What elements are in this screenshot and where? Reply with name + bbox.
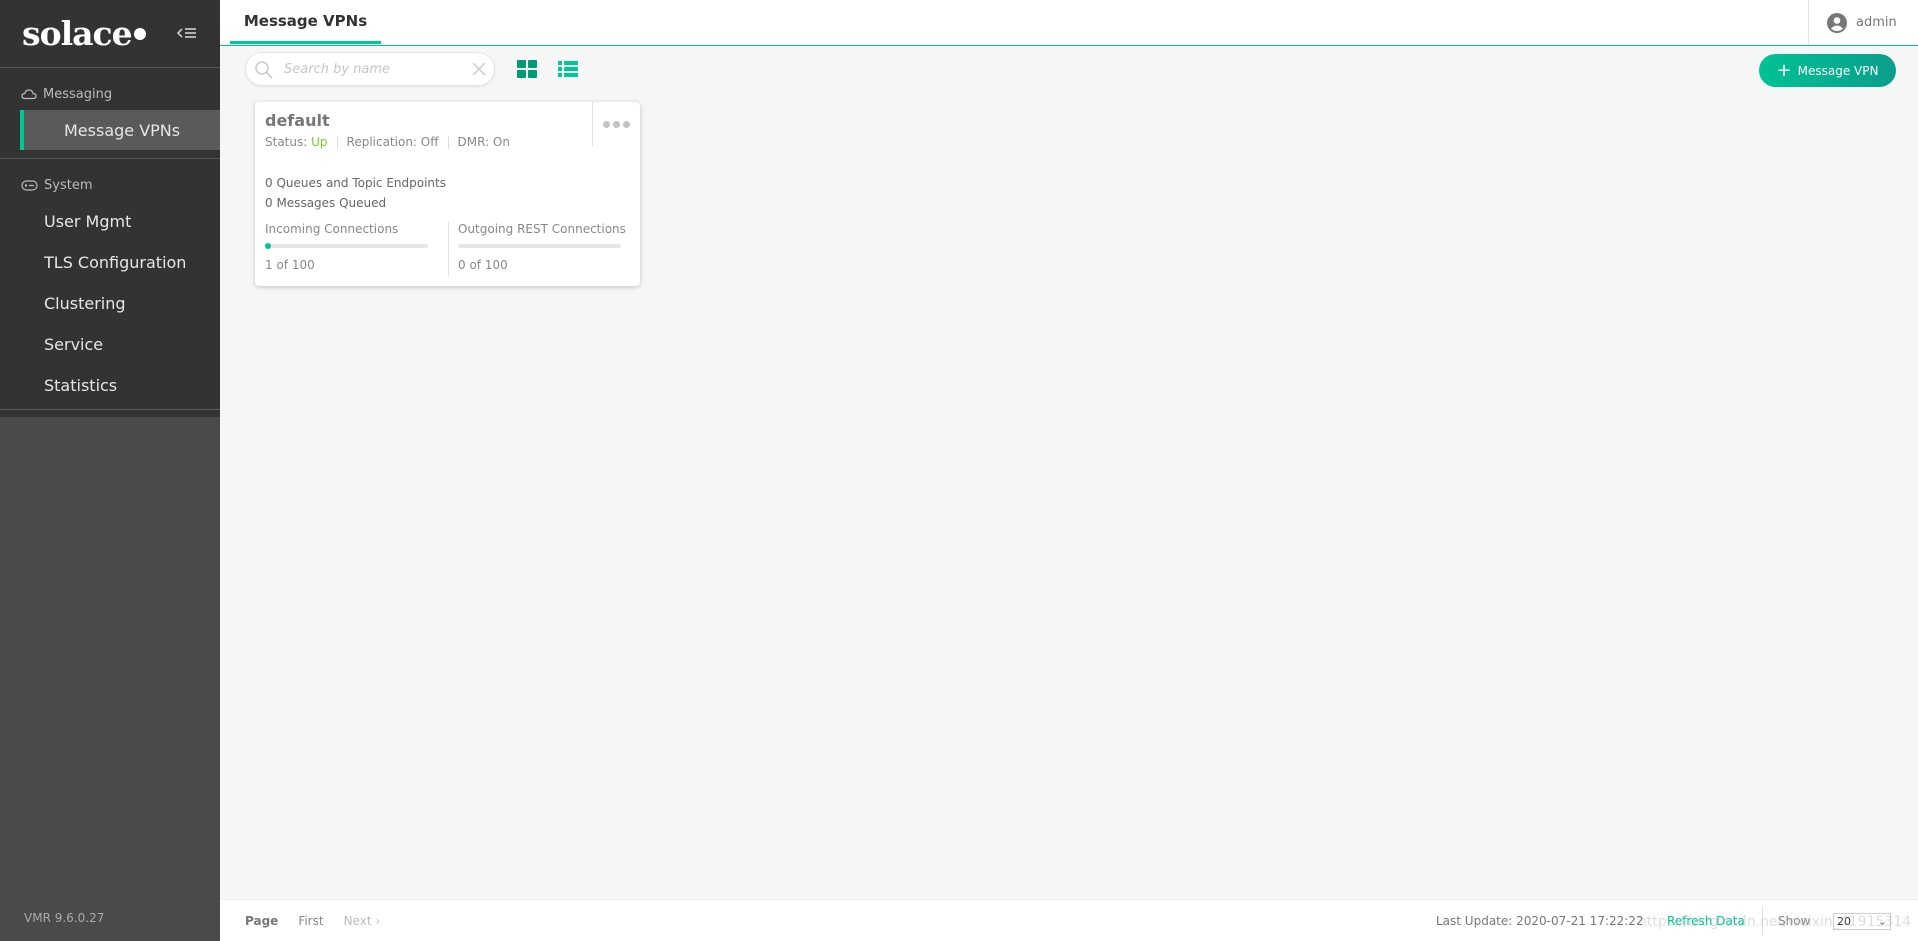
add-message-vpn-button[interactable]: + Message VPN [1759,54,1896,87]
system-items: User Mgmt TLS Configuration Clustering S… [0,201,220,410]
system-icon [21,179,38,191]
incoming-label: Incoming Connections [265,222,399,236]
section-messaging: Messaging [0,84,220,104]
incoming-progress-bar [265,243,428,249]
vpn-card[interactable]: default Status: Up Replication: Off DMR:… [255,102,640,286]
next-label: Next [343,913,372,928]
more-options-icon[interactable] [592,102,640,146]
sidebar-item-label: TLS Configuration [44,253,187,272]
section-system: System [0,175,220,195]
status-badge: Up [311,135,328,149]
logo-dot [133,27,146,40]
sidebar-nav: solace Messaging Message VPNs System Use… [0,0,220,417]
outgoing-progress-bar [458,244,621,248]
replication-status: Replication: Off [346,135,439,149]
incoming-value: 1 of 100 [265,258,315,272]
logo-row: solace [0,0,220,68]
dmr-status: DMR: On [457,135,510,149]
sidebar-item-label: User Mgmt [44,212,132,231]
plus-icon: + [1776,59,1792,81]
topbar: Message VPNs admin [220,0,1918,46]
queues-count: 0 Queues and Topic Endpoints [265,176,446,190]
tab-message-vpns[interactable]: Message VPNs [230,0,381,44]
sidebar-item-label: Clustering [44,294,126,313]
vpn-name: default [265,111,330,130]
sidebar-item-statistics[interactable]: Statistics [0,365,220,409]
user-name: admin [1856,15,1897,30]
last-update: Last Update: 2020-07-21 17:22:22 [1436,913,1644,928]
divider [1762,906,1763,936]
search-input[interactable] [284,61,464,77]
add-button-label: Message VPN [1797,63,1879,78]
sidebar-item-clustering[interactable]: Clustering [0,283,220,324]
clear-search-icon[interactable] [472,62,486,76]
sidebar: solace Messaging Message VPNs System Use… [0,0,220,941]
collapse-sidebar-icon[interactable] [176,24,198,42]
first-page-link[interactable]: First [298,914,323,928]
footer: Page First Next › Last Update: 2020-07-2… [220,899,1918,941]
messages-queued: 0 Messages Queued [265,196,387,210]
outgoing-rest-connections: Outgoing REST Connections 0 of 100 [458,222,638,276]
search-box [245,52,495,86]
divider [448,222,449,276]
sidebar-item-tls-configuration[interactable]: TLS Configuration [0,242,220,283]
search-icon [255,61,273,79]
sidebar-item-user-mgmt[interactable]: User Mgmt [0,201,220,242]
section-label: System [44,177,93,193]
user-menu[interactable]: admin [1808,0,1918,45]
outgoing-value: 0 of 100 [458,258,508,272]
version-label: VMR 9.6.0.27 [24,911,105,925]
solace-logo: solace [22,14,133,53]
outgoing-label: Outgoing REST Connections [458,222,626,236]
show-label: Show [1778,913,1811,928]
sidebar-item-label: Statistics [44,375,118,395]
status-label: Status: [265,135,308,149]
user-avatar-icon [1827,12,1847,33]
grid-view-icon[interactable] [516,59,538,79]
incoming-connections: Incoming Connections 1 of 100 [265,222,445,276]
page-size-value: 20 [1837,915,1851,928]
page-size-select[interactable]: 20 ⌄ [1833,913,1891,930]
status-row: Status: Up Replication: Off DMR: On [265,135,510,149]
chevron-down-icon: ⌄ [1877,915,1887,928]
sidebar-item-message-vpns[interactable]: Message VPNs [20,110,220,150]
refresh-data-link[interactable]: Refresh Data [1667,914,1745,928]
sidebar-item-service[interactable]: Service [0,324,220,365]
incoming-progress-fill [265,243,271,249]
chevron-right-icon: › [375,913,381,928]
list-view-icon[interactable] [557,59,579,79]
sidebar-item-label: Message VPNs [64,120,181,140]
page-label: Page [245,913,279,928]
cloud-icon [21,89,37,100]
sidebar-item-label: Service [44,335,104,354]
next-page-link[interactable]: Next › [344,914,381,928]
section-label: Messaging [43,86,113,102]
divider [0,158,220,159]
